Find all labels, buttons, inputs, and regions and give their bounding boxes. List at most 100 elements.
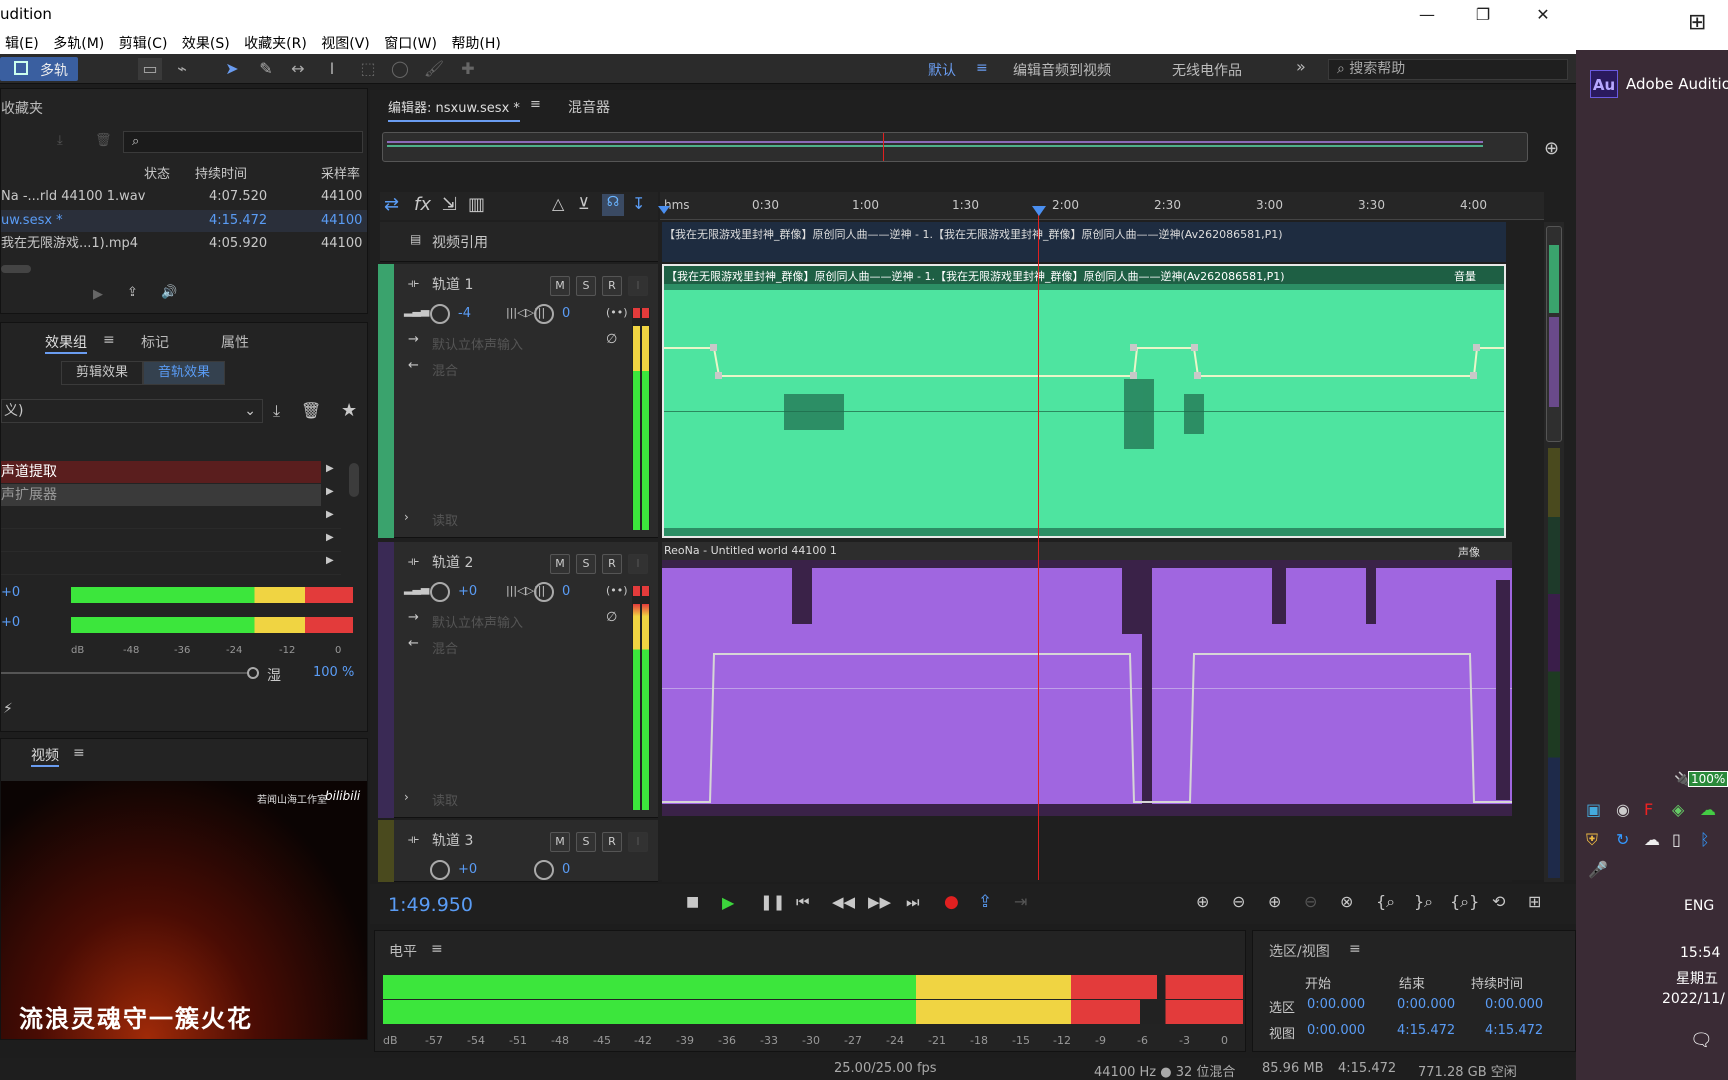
workspace-default[interactable]: 默认 — [928, 60, 956, 80]
clip-effects-tab[interactable]: 剪辑效果 — [61, 361, 143, 385]
view-duration[interactable]: 4:15.472 — [1485, 1023, 1543, 1038]
go-to-start-icon[interactable]: ⏮ — [796, 893, 810, 911]
effect-slot-4[interactable] — [1, 530, 341, 552]
chevron-right-icon[interactable]: › — [404, 790, 409, 804]
delete-preset-icon[interactable]: 🗑 — [301, 401, 321, 420]
effects-scrollbar[interactable] — [349, 463, 359, 497]
zoom-track-icon[interactable]: ⊞ — [1528, 892, 1541, 911]
wechat-icon[interactable]: ☁ — [1700, 800, 1716, 819]
bluetooth-icon[interactable]: ᛒ — [1700, 830, 1710, 849]
vertical-zoom-scrollbar[interactable] — [1544, 222, 1564, 882]
rewind-icon[interactable]: ◀◀ — [832, 893, 855, 911]
search-help-input[interactable]: ⌕ 搜索帮助 — [1328, 59, 1568, 80]
eq-icon[interactable]: ▥ — [468, 194, 485, 215]
track-effects-tab[interactable]: 音轨效果 — [143, 361, 225, 385]
zoom-selection-icon[interactable]: {⌕} — [1450, 892, 1479, 912]
zoom-out-time-icon[interactable]: ⊖ — [1304, 892, 1317, 911]
minimize-button[interactable]: — — [1404, 2, 1450, 28]
video-clip[interactable]: 【我在无限游戏里封神_群像】原创同人曲——逆神 - 1.【我在无限游戏里封神_群… — [662, 222, 1506, 262]
lasso-tool-icon[interactable]: ◯ — [388, 58, 412, 80]
app-color-icon[interactable]: ◈ — [1672, 800, 1684, 819]
slip-tool-icon[interactable]: ↔ — [286, 58, 310, 80]
file-row[interactable]: 我在无限游戏...1).mp4 4:05.920 44100 — [1, 233, 367, 255]
mute-button[interactable]: M — [550, 554, 570, 574]
preset-dropdown[interactable]: 义) ⌄ — [1, 399, 263, 423]
close-button[interactable]: ✕ — [1520, 2, 1566, 28]
clock-date[interactable]: 2022/11/ — [1662, 991, 1725, 1007]
triangle-right-icon[interactable]: ▶ — [326, 509, 334, 520]
monitor-input-button[interactable]: I — [628, 276, 648, 296]
chevron-right-icon[interactable]: › — [404, 510, 409, 524]
automation-mode[interactable]: 读取 — [432, 510, 458, 529]
record-arm-button[interactable]: R — [602, 554, 622, 574]
refresh-app-icon[interactable]: ↻ — [1616, 830, 1629, 849]
monitor-input-button[interactable]: I — [628, 832, 648, 852]
fast-forward-icon[interactable]: ▶▶ — [868, 893, 891, 911]
wet-slider-handle[interactable] — [247, 667, 259, 679]
track-name[interactable]: 轨道 2 — [432, 552, 473, 572]
menu-multitrack[interactable]: 多轨(M) — [48, 30, 109, 53]
track-3-lane[interactable] — [662, 820, 1512, 882]
play-icon[interactable]: ▶ — [722, 893, 734, 912]
monitor-input-button[interactable]: I — [628, 554, 648, 574]
loop-icon[interactable]: ⇪ — [978, 892, 992, 912]
nvidia-icon[interactable]: ▣ — [1586, 800, 1601, 819]
skip-icon[interactable]: ⇥ — [1014, 892, 1027, 911]
tab-markers[interactable]: 标记 — [141, 332, 169, 352]
menu-window[interactable]: 窗口(W) — [379, 30, 442, 53]
time-select-tool-icon[interactable]: I — [320, 58, 344, 80]
taskbar-app-audition[interactable]: Au Adobe Auditio — [1576, 60, 1728, 110]
record-icon[interactable]: ● — [944, 892, 959, 912]
workspace-edit-video[interactable]: 编辑音频到视频 — [1013, 60, 1111, 80]
usb-drive-icon[interactable]: ▯ — [1672, 830, 1681, 849]
move-tool-icon[interactable]: ➤ — [220, 58, 244, 80]
clock-weekday[interactable]: 星期五 — [1676, 968, 1718, 988]
volume-value[interactable]: +0 — [458, 862, 477, 877]
col-duration[interactable]: 持续时间 — [195, 163, 247, 182]
menu-view[interactable]: 视图(V) — [316, 30, 375, 53]
steam-icon[interactable]: ◉ — [1616, 800, 1630, 819]
microphone-icon[interactable]: 🎤 — [1588, 860, 1608, 879]
pan-knob[interactable] — [534, 304, 554, 324]
effect-slot-5[interactable] — [1, 553, 341, 575]
clip-param[interactable]: 音量 — [1454, 268, 1476, 284]
export-icon[interactable]: ⇪ — [127, 285, 138, 300]
output-gain-value[interactable]: +0 — [1, 615, 20, 630]
onedrive-icon[interactable]: ☁ — [1644, 830, 1660, 849]
menu-clip[interactable]: 剪辑(C) — [114, 30, 173, 53]
file-row-active[interactable]: uw.sesx * 4:15.472 44100 — [1, 210, 367, 232]
track-name[interactable]: 轨道 1 — [432, 274, 473, 294]
favorite-star-icon[interactable]: ★ — [341, 400, 357, 421]
tab-effects-rack[interactable]: 效果组 — [45, 332, 87, 354]
automation-mode[interactable]: 读取 — [432, 790, 458, 809]
mute-button[interactable]: M — [550, 832, 570, 852]
notification-icon[interactable]: 🗨 — [1690, 1030, 1713, 1051]
effect-slot-3[interactable] — [1, 507, 341, 529]
video-tab[interactable]: 视频 — [31, 745, 59, 767]
volume-knob[interactable] — [430, 582, 450, 602]
record-arm-button[interactable]: R — [602, 276, 622, 296]
timeline-ruler[interactable]: hms 0:30 1:00 1:30 2:00 2:30 3:00 3:30 4:00 — [660, 192, 1544, 220]
track-name[interactable]: 轨道 3 — [432, 830, 473, 850]
switch-icon[interactable]: ⇄ — [384, 194, 399, 215]
stop-icon[interactable]: ■ — [686, 894, 699, 910]
headphones-icon[interactable]: ☊ — [602, 194, 624, 216]
delete-icon[interactable]: 🗑 — [95, 133, 112, 148]
panel-menu-icon[interactable]: ≡ — [103, 332, 115, 348]
waveform-view-icon[interactable]: ▭ — [138, 58, 162, 80]
send-icon[interactable]: ⇲ — [442, 194, 457, 215]
go-to-end-icon[interactable]: ⏭ — [906, 893, 920, 911]
triangle-right-icon[interactable]: ▶ — [326, 555, 334, 566]
record-arm-button[interactable]: R — [602, 832, 622, 852]
zoom-in-time-icon[interactable]: ⊕ — [1268, 892, 1281, 911]
workspace-menu-icon[interactable]: ≡ — [976, 60, 988, 76]
volume-knob[interactable] — [430, 860, 450, 880]
record-input-icon[interactable]: ⊻ — [578, 194, 590, 213]
selection-start[interactable]: 0:00.000 — [1307, 997, 1365, 1012]
effect-slot-1[interactable]: 声道提取 — [1, 461, 321, 483]
panel-menu-icon[interactable]: ≡ — [530, 97, 541, 112]
current-time[interactable]: 1:49.950 — [388, 894, 473, 916]
razor-tool-icon[interactable]: ✎ — [254, 58, 278, 80]
zoom-out-amplitude-icon[interactable]: ⊖ — [1232, 892, 1245, 911]
mixer-tab[interactable]: 混音器 — [568, 97, 610, 117]
